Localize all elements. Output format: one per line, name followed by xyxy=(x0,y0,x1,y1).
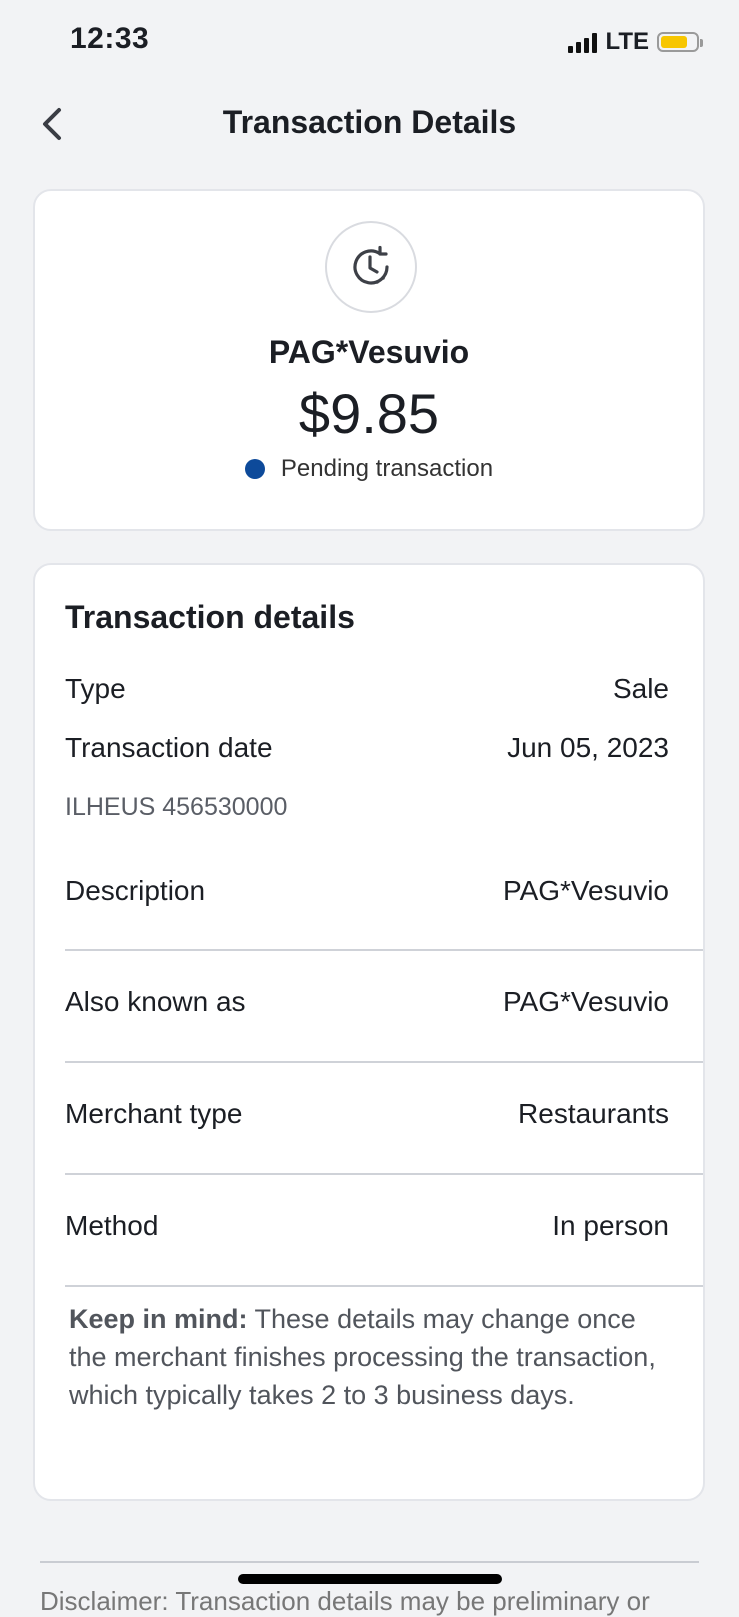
disclaimer-text: Disclaimer: Transaction details may be p… xyxy=(40,1586,650,1616)
home-indicator[interactable] xyxy=(238,1574,502,1584)
footer-divider xyxy=(40,1561,699,1563)
detail-label: Transaction date xyxy=(65,732,273,763)
detail-value: Sale xyxy=(612,673,669,704)
transaction-status: Pending transaction xyxy=(35,455,703,483)
detail-row-method: Method In person xyxy=(65,1210,669,1242)
status-bar: 12:33 LTE xyxy=(0,0,739,80)
nav-header: Transaction Details xyxy=(0,90,739,160)
detail-value: Restaurants xyxy=(518,1098,669,1129)
detail-label: Also known as xyxy=(65,986,246,1017)
status-indicators: LTE xyxy=(568,28,703,56)
pending-clock-icon xyxy=(325,221,417,313)
detail-row-description: Description PAG*Vesuvio xyxy=(65,875,669,907)
divider xyxy=(65,1061,703,1063)
signal-icon xyxy=(568,31,598,53)
divider xyxy=(65,949,703,951)
merchant-location: ILHEUS 456530000 xyxy=(65,793,288,821)
note-heading: Keep in mind: xyxy=(69,1304,248,1334)
status-dot-icon xyxy=(244,459,265,479)
network-label: LTE xyxy=(605,28,649,55)
detail-label: Method xyxy=(65,1210,159,1241)
detail-value: In person xyxy=(552,1210,669,1241)
detail-row-aka: Also known as PAG*Vesuvio xyxy=(65,986,669,1018)
page-title: Transaction Details xyxy=(222,104,517,140)
detail-value: PAG*Vesuvio xyxy=(502,875,669,906)
transaction-details-card: Transaction details Type Sale Transactio… xyxy=(33,563,705,1501)
status-text: Pending transaction xyxy=(280,455,494,482)
divider xyxy=(65,1285,703,1287)
battery-icon xyxy=(657,32,703,52)
transaction-amount: $9.85 xyxy=(298,382,440,445)
detail-label: Merchant type xyxy=(65,1098,243,1129)
transaction-summary-card: PAG*Vesuvio $9.85 Pending transaction xyxy=(33,189,705,531)
detail-label: Type xyxy=(65,673,126,704)
divider xyxy=(65,1173,703,1175)
detail-value: PAG*Vesuvio xyxy=(502,986,669,1017)
detail-row-type: Type Sale xyxy=(65,673,669,705)
keep-in-mind-note: Keep in mind: These details may change o… xyxy=(69,1300,663,1414)
detail-value: Jun 05, 2023 xyxy=(507,732,669,763)
detail-row-merchant-type: Merchant type Restaurants xyxy=(65,1098,669,1130)
section-title: Transaction details xyxy=(65,599,355,635)
detail-row-date: Transaction date Jun 05, 2023 xyxy=(65,732,669,764)
detail-label: Description xyxy=(65,875,206,906)
merchant-name: PAG*Vesuvio xyxy=(268,334,470,370)
status-time: 12:33 xyxy=(70,22,150,55)
